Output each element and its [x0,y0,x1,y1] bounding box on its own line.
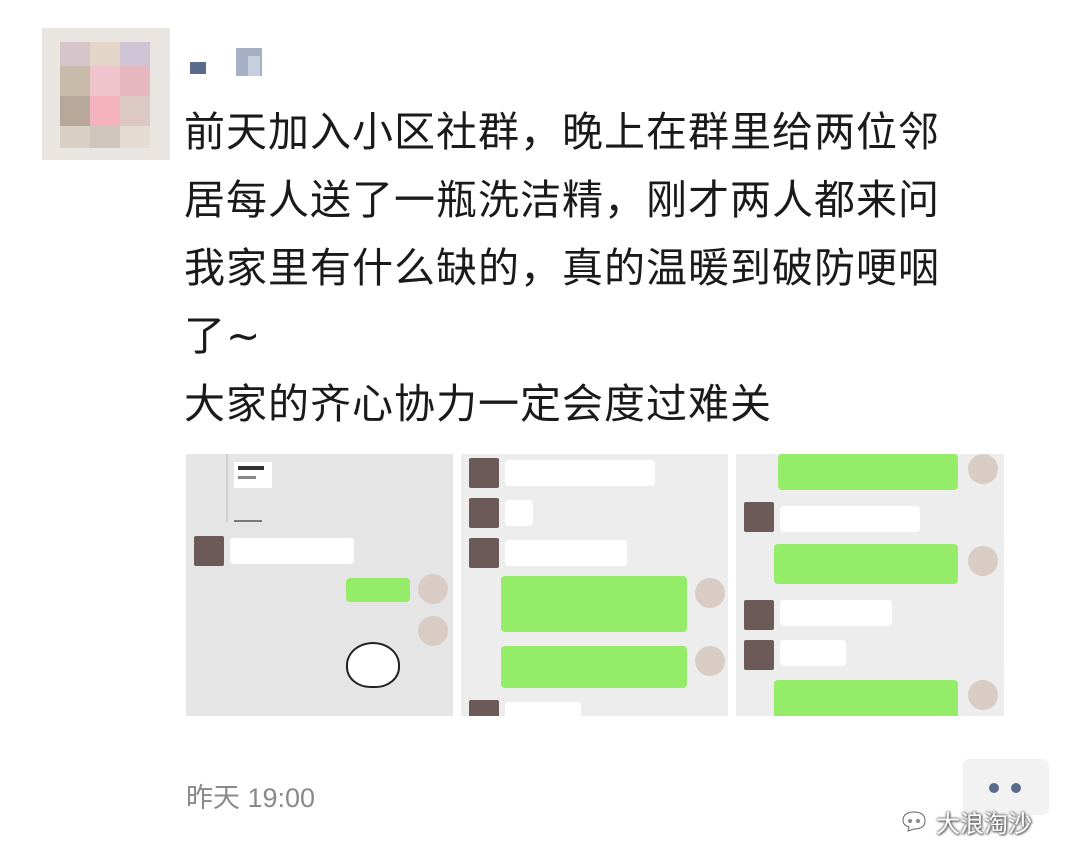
post-text: 前天加入小区社群，晚上在群里给两位邻 居每人送了一瓶洗洁精，刚才两人都来问 我家… [184,98,1044,438]
chat-screenshot-image[interactable] [186,454,453,716]
watermark: 大浪淘沙 [900,803,1032,839]
dot-icon [1011,783,1021,793]
wechat-channel-icon [900,809,928,833]
post-line: 居每人送了一瓶洗洁精，刚才两人都来问 [184,176,940,224]
chat-screenshot-image[interactable] [736,454,1004,716]
post-line: 我家里有什么缺的，真的温暖到破防哽咽 [184,244,940,292]
dot-icon [989,783,999,793]
post-line: 前天加入小区社群，晚上在群里给两位邻 [184,108,940,156]
avatar[interactable] [42,28,170,160]
post-timestamp: 昨天 19:00 [186,783,316,813]
post-line: 大家的齐心协力一定会度过难关 [184,380,772,428]
image-grid [186,454,1004,716]
chat-screenshot-image[interactable] [461,454,728,716]
nickname[interactable] [190,42,280,82]
post-line: 了~ [184,312,262,360]
watermark-text: 大浪淘沙 [936,809,1032,838]
